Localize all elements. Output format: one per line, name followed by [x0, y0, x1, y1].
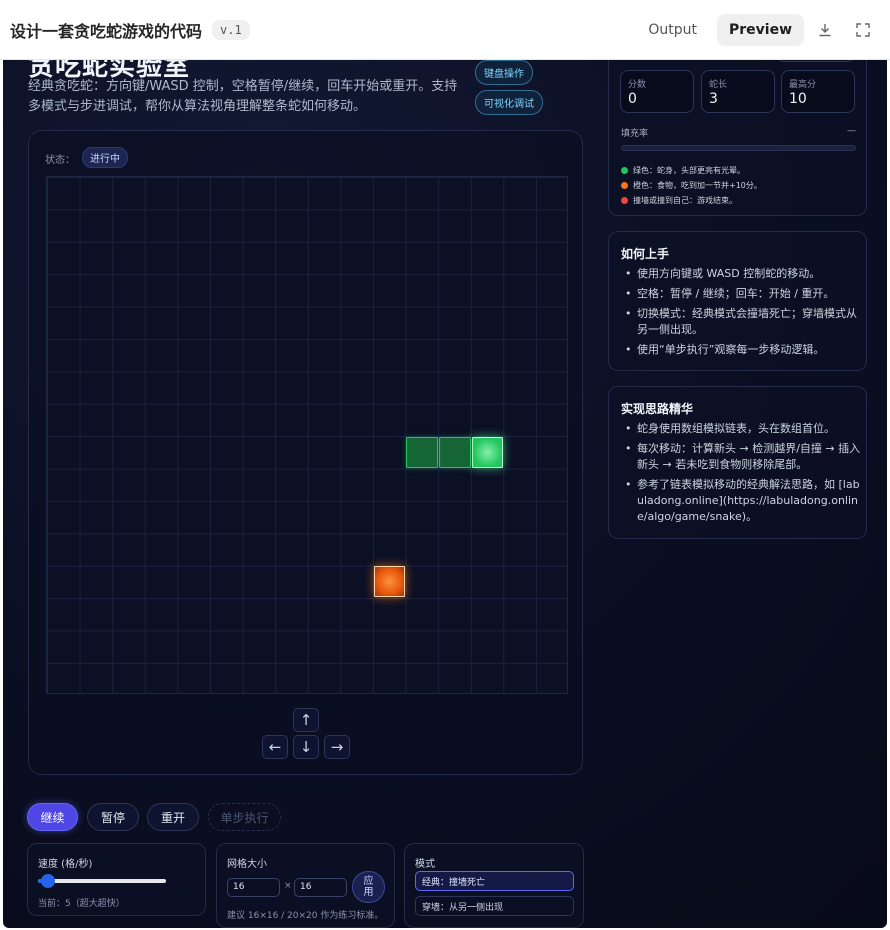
fill-rate-value: — [847, 126, 856, 136]
legend-gameover: 撞墙或撞到自己：游戏结束。 [621, 195, 737, 206]
speed-current: 当前：5（超大超快） [38, 899, 125, 909]
apply-grid-button[interactable]: 应用 [352, 871, 385, 903]
mode-option-wrap[interactable]: 穿墙：从另一侧出现 [415, 896, 574, 916]
speed-panel: 速度 (格/秒) 当前：5（超大超快） [27, 843, 206, 916]
fill-rate-label: 填充率 [621, 129, 649, 139]
howto-title: 如何上手 [621, 247, 670, 261]
document-title: 设计一套贪吃蛇游戏的代码 [10, 21, 203, 41]
fill-rate-bar [621, 145, 856, 151]
snake-body-segment [439, 436, 471, 468]
legend-snake: 绿色：蛇身，头部更亮有光晕。 [621, 165, 745, 176]
pause-button[interactable]: 暂停 [87, 803, 139, 831]
mode-title: 模式 [415, 859, 435, 870]
length-label: 蛇长 [709, 80, 728, 90]
grid-height-input[interactable]: 16 [294, 878, 347, 897]
legend-snake-dot [621, 167, 628, 174]
howto-item: 空格：暂停 / 继续；回车：开始 / 重开。 [621, 286, 861, 302]
best-label: 最高分 [789, 80, 817, 90]
score-label: 分数 [628, 80, 647, 90]
stats-panel: 分数 0 蛇长 3 最高分 10 填充率 — 绿色：蛇身，头部更亮有光晕。 橙色… [608, 60, 867, 216]
length-value: 3 [709, 91, 718, 107]
dpad-down-button[interactable]: ↓ [293, 735, 319, 759]
snake-app: 贪吃蛇实验室 经典贪吃蛇：方向键/WASD 控制，空格暂停/继续，回车开始或重开… [3, 60, 887, 928]
algo-item: 蛇身使用数组模拟链表，头在数组首位。 [621, 421, 863, 437]
top-bar: 设计一套贪吃蛇游戏的代码 v.1 Output Preview [0, 0, 890, 60]
speed-slider-thumb[interactable] [41, 874, 56, 888]
restart-button[interactable]: 重开 [147, 803, 199, 831]
apply-grid-label: 应用 [363, 876, 374, 898]
howto-list: 使用方向键或 WASD 控制蛇的移动。 空格：暂停 / 继续；回车：开始 / 重… [621, 266, 861, 362]
algo-panel: 实现思路精华 蛇身使用数组模拟链表，头在数组首位。 每次移动：计算新头 → 检测… [608, 386, 867, 539]
dpad-left-button[interactable]: ← [262, 735, 288, 759]
score-value: 0 [628, 91, 637, 107]
tab-output[interactable]: Output [636, 14, 709, 46]
resume-button[interactable]: 继续 [27, 803, 78, 831]
legend-food: 橙色：食物，吃到加一节并+10分。 [621, 180, 762, 191]
howto-panel: 如何上手 使用方向键或 WASD 控制蛇的移动。 空格：暂停 / 继续；回车：开… [608, 231, 867, 371]
version-badge: v.1 [212, 19, 250, 40]
visual-debug-pill: 可视化调试 [475, 90, 543, 115]
score-card: 分数 0 [620, 70, 694, 113]
length-card: 蛇长 3 [701, 70, 775, 113]
grid-size-title: 网格大小 [227, 859, 267, 870]
stats-panel-control [776, 60, 855, 62]
best-value: 10 [789, 91, 807, 107]
app-description: 经典贪吃蛇：方向键/WASD 控制，空格暂停/继续，回车开始或重开。支持多模式与… [28, 79, 458, 114]
board-card: 状态： 进行中 ↑ ← ↓ → [28, 130, 583, 775]
expand-icon[interactable] [846, 13, 880, 47]
algo-item: 参考了链表模拟移动的经典解法思路，如 [labuladong.online](h… [621, 477, 863, 525]
step-button[interactable]: 单步执行 [208, 803, 281, 831]
legend-food-text: 橙色：食物，吃到加一节并+10分。 [633, 181, 762, 190]
tab-preview[interactable]: Preview [716, 13, 804, 46]
speed-slider[interactable] [38, 874, 166, 888]
algo-title: 实现思路精华 [621, 402, 694, 416]
grid-size-panel: 网格大小 16 × 16 应用 建议 16×16 / 20×20 作为练习标准。 [216, 843, 395, 928]
grid-size-separator: × [284, 881, 292, 891]
howto-item: 使用方向键或 WASD 控制蛇的移动。 [621, 266, 861, 282]
status-label: 状态： [45, 155, 75, 166]
grid-size-hint: 建议 16×16 / 20×20 作为练习标准。 [227, 911, 384, 921]
keyboard-pill: 键盘操作 [475, 60, 533, 85]
grid-width-input[interactable]: 16 [227, 878, 280, 897]
legend-gameover-dot [621, 197, 628, 204]
dpad-right-button[interactable]: → [324, 735, 350, 759]
download-icon[interactable] [808, 13, 842, 47]
best-card: 最高分 10 [781, 70, 855, 113]
mode-panel: 模式 经典：撞墙死亡 穿墙：从另一侧出现 [404, 843, 584, 928]
snake-head [471, 436, 504, 468]
legend-snake-text: 绿色：蛇身，头部更亮有光晕。 [633, 166, 745, 175]
food-item [373, 566, 406, 598]
legend-food-dot [621, 182, 628, 189]
dpad-up-button[interactable]: ↑ [293, 708, 319, 732]
algo-list: 蛇身使用数组模拟链表，头在数组首位。 每次移动：计算新头 → 检测越界/自撞 →… [621, 421, 863, 529]
mode-option-classic[interactable]: 经典：撞墙死亡 [415, 871, 574, 891]
snake-body-segment [406, 436, 438, 468]
game-grid[interactable] [46, 176, 568, 694]
howto-item: 切换模式：经典模式会撞墙死亡；穿墙模式从另一侧出现。 [621, 306, 861, 338]
legend-gameover-text: 撞墙或撞到自己：游戏结束。 [633, 196, 737, 205]
algo-item: 每次移动：计算新头 → 检测越界/自撞 → 插入新头 → 若未吃到食物则移除尾部… [621, 441, 863, 473]
howto-item: 使用“单步执行”观察每一步移动逻辑。 [621, 342, 861, 358]
status-badge: 进行中 [82, 147, 128, 168]
speed-title: 速度 (格/秒) [38, 859, 93, 870]
